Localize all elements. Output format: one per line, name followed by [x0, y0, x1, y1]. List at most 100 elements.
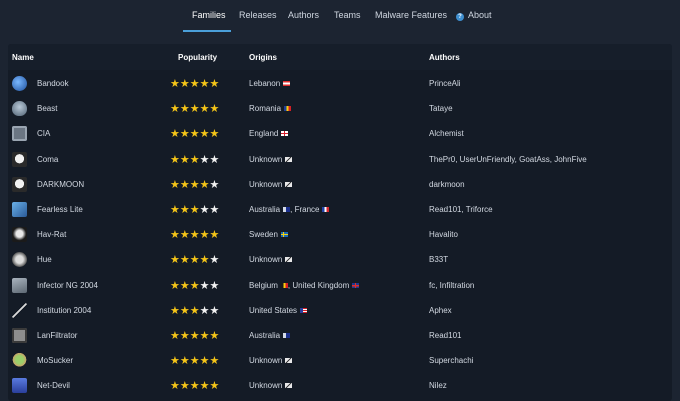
- table-row[interactable]: Hav-Rat ★★★★★ Sweden Havalito: [8, 222, 672, 247]
- star-filled-icon: ★: [189, 304, 200, 317]
- family-name-link[interactable]: Net-Devil: [37, 381, 70, 390]
- table-row[interactable]: Hue ★★★★★ Unknown B33T: [8, 247, 672, 272]
- families-table: Name Popularity Origins Authors Bandook ★…: [8, 44, 672, 401]
- authors-cell[interactable]: Aphex: [429, 306, 452, 315]
- origins-cell: United States: [249, 306, 308, 315]
- authors-cell[interactable]: ThePr0, UserUnFriendly, GoatAss, JohnFiv…: [429, 155, 587, 164]
- star-filled-icon: ★: [170, 153, 180, 166]
- origin-country[interactable]: Unknown: [249, 180, 282, 189]
- sweden-flag-icon: [280, 232, 288, 238]
- origin-country[interactable]: United Kingdom: [292, 281, 349, 290]
- pen-icon: [12, 302, 27, 318]
- nav-tab-malware-features[interactable]: Malware Features: [375, 10, 447, 32]
- origin-country[interactable]: Unknown: [249, 381, 282, 390]
- star-filled-icon: ★: [199, 103, 210, 116]
- column-header-name[interactable]: Name: [12, 53, 34, 62]
- skull-icon: [12, 176, 27, 192]
- star-empty-icon: ★: [209, 254, 220, 267]
- nav-tab-about[interactable]: ? About: [456, 10, 492, 32]
- authors-cell[interactable]: Havalito: [429, 230, 458, 239]
- family-name-link[interactable]: Institution 2004: [37, 306, 91, 315]
- column-header-popularity[interactable]: Popularity: [178, 53, 217, 62]
- family-name-link[interactable]: Coma: [37, 155, 58, 164]
- star-filled-icon: ★: [179, 229, 190, 242]
- authors-cell[interactable]: Tataye: [429, 104, 453, 113]
- star-empty-icon: ★: [199, 279, 210, 292]
- family-name-link[interactable]: MoSucker: [37, 356, 73, 365]
- family-name-link[interactable]: Bandook: [37, 79, 69, 88]
- origin-country[interactable]: Australia: [249, 205, 280, 214]
- authors-cell[interactable]: PrinceAli: [429, 79, 461, 88]
- column-header-authors[interactable]: Authors: [429, 53, 460, 62]
- star-filled-icon: ★: [189, 128, 200, 141]
- family-name-link[interactable]: CIA: [37, 129, 50, 138]
- origin-country[interactable]: England: [249, 129, 278, 138]
- table-row[interactable]: Infector NG 2004 ★★★★★ Belgium, United Kin…: [8, 273, 672, 298]
- table-row[interactable]: Bandook ★★★★★ Lebanon PrinceAli: [8, 71, 672, 96]
- star-filled-icon: ★: [179, 304, 190, 317]
- lanfiltrator-icon: [12, 328, 27, 343]
- popularity-rating: ★★★★★: [170, 329, 219, 342]
- unknown-flag-icon: [285, 383, 293, 389]
- net-devil-icon: [12, 378, 27, 394]
- family-name-link[interactable]: Fearless Lite: [37, 205, 83, 214]
- origin-country[interactable]: Unknown: [249, 155, 282, 164]
- active-tab-indicator: [183, 30, 231, 32]
- family-name-link[interactable]: Infector NG 2004: [37, 281, 98, 290]
- star-filled-icon: ★: [209, 330, 220, 342]
- origin-country[interactable]: Sweden: [249, 230, 278, 239]
- popularity-rating: ★★★★★: [170, 253, 219, 266]
- nav-tab-label: Teams: [334, 10, 361, 20]
- column-header-origins[interactable]: Origins: [249, 53, 277, 62]
- origin-country[interactable]: Romania: [249, 104, 281, 113]
- origin-country[interactable]: Unknown: [249, 255, 282, 264]
- origin-country[interactable]: Lebanon: [249, 79, 280, 88]
- star-filled-icon: ★: [189, 153, 200, 166]
- family-name-link[interactable]: DARKMOON: [37, 180, 84, 189]
- table-row[interactable]: Coma ★★★★★ Unknown ThePr0, UserUnFriendly, …: [8, 147, 672, 172]
- nav-tab-teams[interactable]: Teams: [334, 10, 361, 32]
- origin-country[interactable]: France: [295, 205, 320, 214]
- star-empty-icon: ★: [199, 153, 210, 166]
- family-name-link[interactable]: Beast: [37, 104, 57, 113]
- origin-country[interactable]: Belgium: [249, 281, 278, 290]
- star-filled-icon: ★: [209, 229, 220, 242]
- authors-cell[interactable]: Nilez: [429, 381, 447, 390]
- origin-country[interactable]: Unknown: [249, 356, 282, 365]
- authors-cell[interactable]: Read101, Triforce: [429, 205, 493, 214]
- table-row[interactable]: CIA ★★★★★ England Alchemist: [8, 121, 672, 146]
- table-row[interactable]: DARKMOON ★★★★★ Unknown darkmoon: [8, 172, 672, 197]
- nav-tab-authors[interactable]: Authors: [288, 10, 319, 32]
- origin-country[interactable]: United States: [249, 306, 297, 315]
- family-name-link[interactable]: LanFiltrator: [37, 331, 77, 340]
- authors-cell[interactable]: fc, Infiltration: [429, 281, 474, 290]
- table-row[interactable]: Fearless Lite ★★★★★ Australia, France Read1…: [8, 197, 672, 222]
- nav-tab-label: Authors: [288, 10, 320, 20]
- authors-cell[interactable]: Superchachi: [429, 356, 473, 365]
- table-row[interactable]: Net-Devil ★★★★★ Unknown Nilez: [8, 373, 672, 398]
- star-filled-icon: ★: [199, 229, 210, 242]
- authors-cell[interactable]: B33T: [429, 255, 448, 264]
- family-name-link[interactable]: Hav-Rat: [37, 230, 66, 239]
- table-row[interactable]: Institution 2004 ★★★★★ United States Aphex: [8, 298, 672, 323]
- family-name-link[interactable]: Hue: [37, 255, 52, 264]
- origins-cell: Unknown: [249, 381, 293, 390]
- star-filled-icon: ★: [170, 355, 180, 368]
- authors-cell[interactable]: Alchemist: [429, 129, 464, 138]
- nav-tab-families[interactable]: Families: [192, 10, 226, 32]
- authors-cell[interactable]: Read101: [429, 331, 461, 340]
- nav-tab-releases[interactable]: Releases: [239, 10, 277, 32]
- france-flag-icon: [322, 207, 330, 212]
- top-navigation: Families Releases Authors Teams Malware …: [0, 0, 680, 34]
- table-row[interactable]: MoSucker ★★★★★ Unknown Superchachi: [8, 348, 672, 373]
- star-filled-icon: ★: [189, 204, 200, 216]
- origin-country[interactable]: Australia: [249, 331, 280, 340]
- star-empty-icon: ★: [209, 279, 220, 292]
- table-row[interactable]: LanFiltrator ★★★★★ Australia Read101: [8, 323, 672, 348]
- help-circle-icon: ?: [456, 13, 464, 21]
- table-row[interactable]: Beast ★★★★★ Romania Tataye: [8, 96, 672, 121]
- authors-cell[interactable]: darkmoon: [429, 180, 465, 189]
- star-empty-icon: ★: [199, 304, 210, 317]
- cia-icon: [12, 126, 27, 142]
- star-empty-icon: ★: [209, 204, 220, 216]
